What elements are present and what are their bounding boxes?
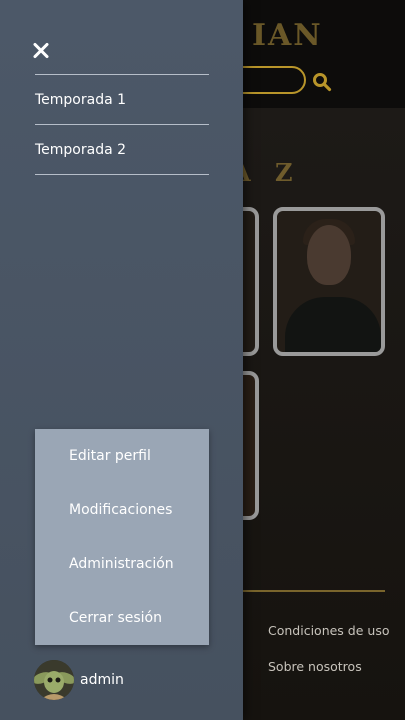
season-list: Temporada 1 Temporada 2 xyxy=(35,74,209,175)
avatar-image xyxy=(34,660,74,700)
administration-item[interactable]: Administración xyxy=(35,537,209,591)
site-logo[interactable]: IAN xyxy=(252,18,323,53)
logout-item[interactable]: Cerrar sesión xyxy=(35,591,209,645)
portrait-image xyxy=(307,225,351,285)
side-drawer: Temporada 1 Temporada 2 Editar perfil Mo… xyxy=(0,0,243,720)
terms-link[interactable]: Condiciones de uso xyxy=(268,623,389,638)
user-profile-toggle[interactable]: admin xyxy=(34,660,124,700)
username-label: admin xyxy=(80,672,124,688)
avatar xyxy=(34,660,74,700)
user-dropdown-menu: Editar perfil Modificaciones Administrac… xyxy=(35,429,209,645)
search-icon[interactable] xyxy=(312,72,332,92)
season-item-2[interactable]: Temporada 2 xyxy=(35,125,209,175)
character-card[interactable] xyxy=(273,207,385,356)
modifications-item[interactable]: Modificaciones xyxy=(35,483,209,537)
about-link[interactable]: Sobre nosotros xyxy=(268,659,362,674)
portrait-image xyxy=(285,297,381,352)
footer-divider xyxy=(243,590,385,592)
edit-profile-item[interactable]: Editar perfil xyxy=(35,429,209,483)
season-item-1[interactable]: Temporada 1 xyxy=(35,75,209,125)
close-icon[interactable] xyxy=(30,40,52,62)
